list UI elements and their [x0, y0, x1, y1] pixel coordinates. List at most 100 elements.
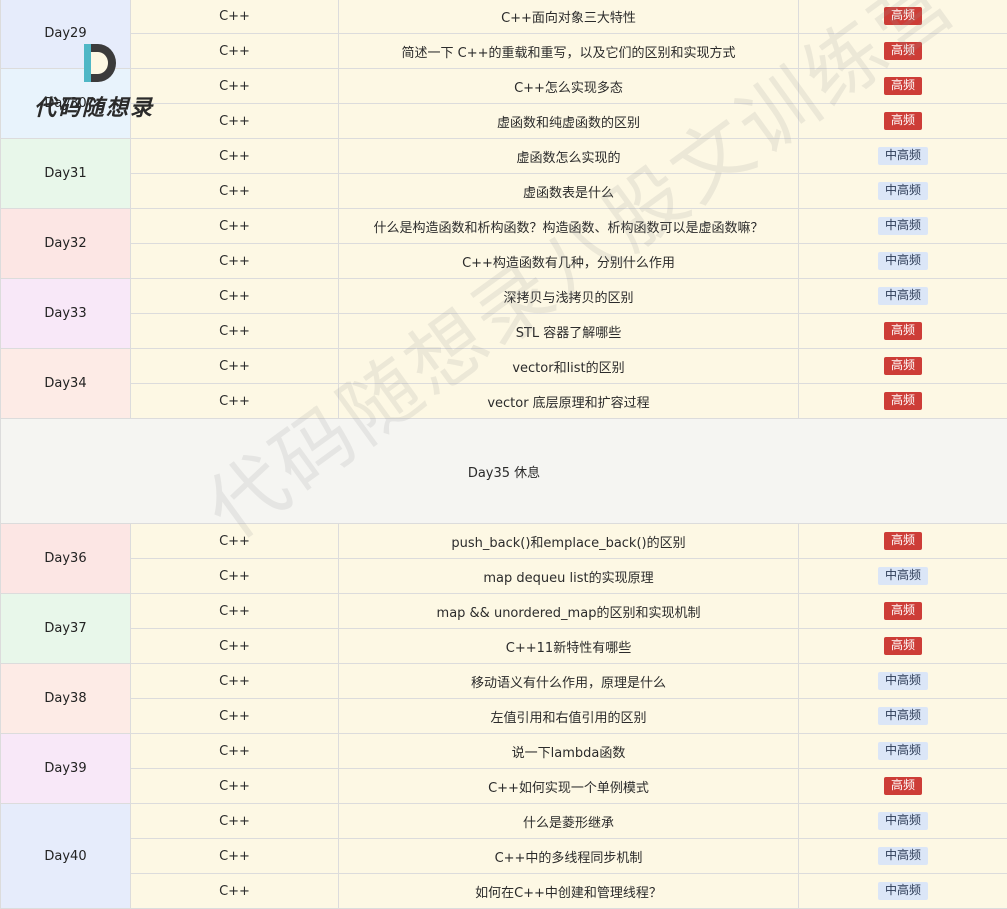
- topic-cell: 左值引用和右值引用的区别: [339, 699, 799, 734]
- table-row: C++C++11新特性有哪些 高频: [1, 629, 1007, 664]
- frequency-cell: 高频: [799, 524, 1007, 559]
- schedule-body: Day29C++C++面向对象三大特性高频C++简述一下 C++的重载和重写，以…: [1, 0, 1007, 909]
- category-cell: C++: [131, 629, 339, 664]
- frequency-cell: 中高频: [799, 699, 1007, 734]
- category-cell: C++: [131, 559, 339, 594]
- frequency-badge: 高频: [884, 532, 922, 550]
- topic-cell: C++11新特性有哪些: [339, 629, 799, 664]
- topic-cell: C++如何实现一个单例模式: [339, 769, 799, 804]
- table-row: Day32C++什么是构造函数和析构函数？构造函数、析构函数可以是虚函数嘛？中高…: [1, 209, 1007, 244]
- category-cell: C++: [131, 664, 339, 699]
- frequency-cell: 高频: [799, 594, 1007, 629]
- topic-cell: STL 容器了解哪些: [339, 314, 799, 349]
- topic-cell: 虚函数和纯虚函数的区别: [339, 104, 799, 139]
- frequency-cell: 中高频: [799, 209, 1007, 244]
- day-cell: Day38: [1, 664, 131, 734]
- category-cell: C++: [131, 104, 339, 139]
- topic-cell: C++怎么实现多态: [339, 69, 799, 104]
- table-row: C++C++如何实现一个单例模式 高频: [1, 769, 1007, 804]
- frequency-badge: 中高频: [878, 812, 928, 830]
- table-row: C++C++中的多线程同步机制中高频: [1, 839, 1007, 874]
- category-cell: C++: [131, 34, 339, 69]
- topic-cell: 说一下lambda函数: [339, 734, 799, 769]
- frequency-cell: 高频: [799, 34, 1007, 69]
- table-row: C++vector 底层原理和扩容过程高频: [1, 384, 1007, 419]
- frequency-badge: 中高频: [878, 707, 928, 725]
- topic-cell: C++中的多线程同步机制: [339, 839, 799, 874]
- frequency-cell: 高频: [799, 0, 1007, 34]
- frequency-badge: 高频: [884, 42, 922, 60]
- category-cell: C++: [131, 209, 339, 244]
- frequency-badge: 高频: [884, 637, 922, 655]
- topic-cell: 简述一下 C++的重载和重写，以及它们的区别和实现方式: [339, 34, 799, 69]
- topic-cell: map dequeu list的实现原理: [339, 559, 799, 594]
- category-cell: C++: [131, 279, 339, 314]
- frequency-cell: 中高频: [799, 874, 1007, 909]
- table-row: C++简述一下 C++的重载和重写，以及它们的区别和实现方式 高频: [1, 34, 1007, 69]
- category-cell: C++: [131, 594, 339, 629]
- frequency-badge: 高频: [884, 322, 922, 340]
- category-cell: C++: [131, 314, 339, 349]
- frequency-badge: 高频: [884, 112, 922, 130]
- frequency-badge: 高频: [884, 357, 922, 375]
- category-cell: C++: [131, 699, 339, 734]
- day-cell: Day34: [1, 349, 131, 419]
- category-cell: C++: [131, 244, 339, 279]
- table-row: C++STL 容器了解哪些 高频: [1, 314, 1007, 349]
- day-cell: Day32: [1, 209, 131, 279]
- table-row: C++虚函数表是什么中高频: [1, 174, 1007, 209]
- category-cell: C++: [131, 349, 339, 384]
- frequency-cell: 中高频: [799, 664, 1007, 699]
- frequency-badge: 中高频: [878, 217, 928, 235]
- topic-cell: 虚函数表是什么: [339, 174, 799, 209]
- table-row: Day31C++虚函数怎么实现的中高频: [1, 139, 1007, 174]
- frequency-cell: 中高频: [799, 244, 1007, 279]
- frequency-cell: 中高频: [799, 279, 1007, 314]
- frequency-badge: 高频: [884, 77, 922, 95]
- topic-cell: 虚函数怎么实现的: [339, 139, 799, 174]
- frequency-badge: 高频: [884, 777, 922, 795]
- category-cell: C++: [131, 734, 339, 769]
- topic-cell: vector 底层原理和扩容过程: [339, 384, 799, 419]
- category-cell: C++: [131, 0, 339, 34]
- frequency-cell: 高频: [799, 314, 1007, 349]
- topic-cell: 移动语义有什么作用，原理是什么: [339, 664, 799, 699]
- frequency-badge: 中高频: [878, 882, 928, 900]
- topic-cell: 什么是菱形继承: [339, 804, 799, 839]
- day-cell: Day29: [1, 0, 131, 69]
- topic-cell: 如何在C++中创建和管理线程？: [339, 874, 799, 909]
- table-row: Day30C++C++怎么实现多态高频: [1, 69, 1007, 104]
- frequency-badge: 中高频: [878, 252, 928, 270]
- category-cell: C++: [131, 874, 339, 909]
- table-row: Day38C++移动语义有什么作用，原理是什么中高频: [1, 664, 1007, 699]
- table-row: Day36C++push_back()和emplace_back()的区别高频: [1, 524, 1007, 559]
- category-cell: C++: [131, 524, 339, 559]
- table-row: Day37C++map && unordered_map的区别和实现机制高频: [1, 594, 1007, 629]
- frequency-badge: 中高频: [878, 672, 928, 690]
- frequency-cell: 中高频: [799, 559, 1007, 594]
- topic-cell: push_back()和emplace_back()的区别: [339, 524, 799, 559]
- frequency-badge: 中高频: [878, 287, 928, 305]
- frequency-cell: 高频: [799, 349, 1007, 384]
- category-cell: C++: [131, 174, 339, 209]
- frequency-badge: 高频: [884, 602, 922, 620]
- frequency-badge: 高频: [884, 7, 922, 25]
- frequency-cell: 中高频: [799, 804, 1007, 839]
- category-cell: C++: [131, 804, 339, 839]
- frequency-cell: 高频: [799, 629, 1007, 664]
- frequency-badge: 高频: [884, 392, 922, 410]
- frequency-cell: 中高频: [799, 174, 1007, 209]
- topic-cell: C++面向对象三大特性: [339, 0, 799, 34]
- frequency-badge: 中高频: [878, 847, 928, 865]
- table-row: Day29C++C++面向对象三大特性高频: [1, 0, 1007, 34]
- frequency-cell: 中高频: [799, 139, 1007, 174]
- frequency-cell: 高频: [799, 769, 1007, 804]
- day-cell: Day33: [1, 279, 131, 349]
- frequency-cell: 高频: [799, 104, 1007, 139]
- table-row: Day39C++说一下lambda函数中高频: [1, 734, 1007, 769]
- frequency-badge: 中高频: [878, 567, 928, 585]
- frequency-cell: 高频: [799, 384, 1007, 419]
- day-cell: Day37: [1, 594, 131, 664]
- table-row: C++左值引用和右值引用的区别 中高频: [1, 699, 1007, 734]
- category-cell: C++: [131, 769, 339, 804]
